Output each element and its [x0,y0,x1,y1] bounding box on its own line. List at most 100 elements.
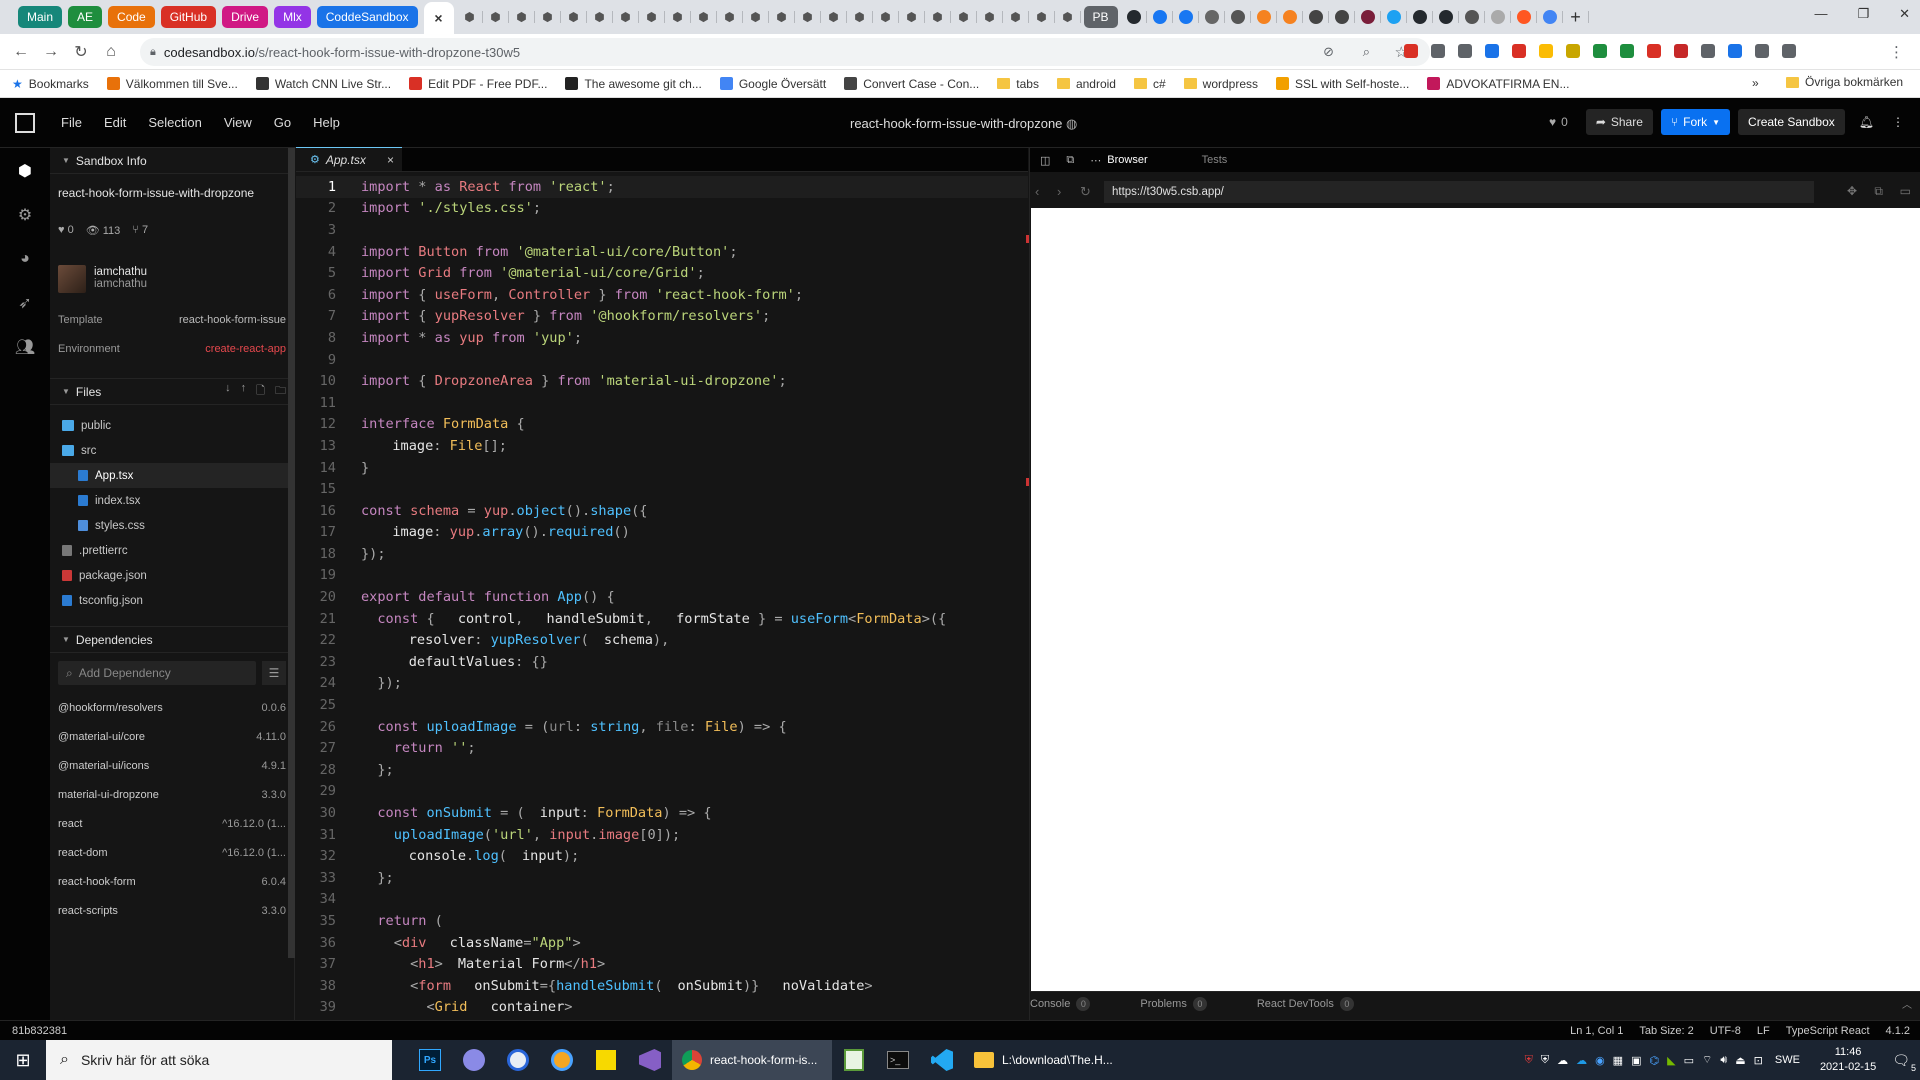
tab-group-coddesandbox[interactable]: CoddeSandbox [316,6,418,28]
start-button[interactable]: ⊞ [0,1040,46,1080]
bookmark-3[interactable]: Edit PDF - Free PDF... [409,77,547,91]
dependency-row[interactable]: react-dom ^16.12.0 (1... [50,838,294,867]
menu-edit[interactable]: Edit [93,115,137,130]
pinned-tab-0[interactable]: ⬢ [460,6,483,28]
active-tab-close-button[interactable]: × [423,2,454,34]
dependency-list-button[interactable]: ☰ [262,661,286,685]
taskbar-terminal[interactable]: >_ [876,1040,920,1080]
forward-icon[interactable]: › [1057,184,1061,199]
file-tree-item[interactable]: public [50,413,294,438]
taskbar-visual-studio[interactable] [628,1040,672,1080]
taskbar-search[interactable]: ⌕ Skriv här för att söka [46,1040,392,1080]
minimize-icon[interactable]: — [1814,6,1827,22]
extension-9[interactable] [1643,40,1665,62]
pinned-tab-right-7[interactable] [1306,6,1329,28]
open-new-window-icon[interactable]: ⧉ [1874,184,1883,199]
menu-help[interactable]: Help [302,115,351,130]
file-tree-item[interactable]: package.json [50,563,294,588]
bluetooth-icon[interactable]: ⌬ [1649,1054,1659,1067]
bookmark-2[interactable]: Watch CNN Live Str... [255,77,391,91]
preview-iframe[interactable] [1031,208,1920,991]
pinned-tab-20[interactable]: ⬢ [980,6,1003,28]
menu-view[interactable]: View [213,115,263,130]
block-icon[interactable]: ⊘ [1323,44,1334,60]
ts-version[interactable]: 4.1.2 [1886,1025,1910,1037]
pinned-tab-12[interactable]: ⬢ [772,6,795,28]
bookmarks-more[interactable]: » [1752,76,1759,90]
chevron-up-icon[interactable]: ︿ [1902,996,1912,1011]
taskbar-vscode[interactable] [920,1040,964,1080]
tab-group-pb[interactable]: PB [1083,6,1118,28]
dependency-row[interactable]: react-scripts 3.3.0 [50,896,294,925]
extension-10[interactable] [1670,40,1692,62]
new-file-icon[interactable]: 🗋︎ [256,382,265,401]
dependency-row[interactable]: react ^16.12.0 (1... [50,809,294,838]
bookmark-7[interactable]: tabs [997,77,1039,91]
create-sandbox-button[interactable]: Create Sandbox [1738,109,1845,135]
move-icon[interactable]: ✥ [1847,184,1857,198]
extension-3[interactable] [1481,40,1503,62]
devtools-icon[interactable]: ▭ [1900,184,1911,198]
file-tree-item[interactable]: .prettierrc [50,538,294,563]
taskbar-chrome-window[interactable]: react-hook-form-is... [672,1040,832,1080]
add-dependency-input[interactable]: ⌕ Add Dependency [58,661,256,685]
pinned-tab-6[interactable]: ⬢ [616,6,639,28]
devtools-tab-problems[interactable]: Problems 0 [1140,997,1207,1011]
close-icon[interactable]: × [387,153,394,167]
pinned-tab-8[interactable]: ⬢ [668,6,691,28]
pinned-tab-right-6[interactable] [1280,6,1303,28]
activity-live[interactable]: 👥︎ [14,336,36,358]
chrome-menu-icon[interactable]: ⋮ [1889,43,1904,61]
pinned-tab-16[interactable]: ⬢ [876,6,899,28]
cloud-icon[interactable]: ☁ [1557,1054,1568,1067]
language-indicator[interactable]: SWE [1771,1054,1804,1066]
security-icon[interactable]: ⛨ [1541,1054,1549,1067]
pinned-tab-3[interactable]: ⬢ [538,6,561,28]
pinned-tab-4[interactable]: ⬢ [564,6,587,28]
pinned-tab-right-2[interactable] [1176,6,1199,28]
reload-button[interactable]: ↻ [66,38,96,66]
pinned-tab-13[interactable]: ⬢ [798,6,821,28]
bookmark-1[interactable]: Välkommen till Sve... [106,77,238,91]
menu-file[interactable]: File [50,115,93,130]
file-tree-item[interactable]: src [50,438,294,463]
pinned-tab-right-14[interactable] [1488,6,1511,28]
file-tree-item[interactable]: App.tsx [50,463,294,488]
dependency-row[interactable]: react-hook-form 6.0.4 [50,867,294,896]
home-button[interactable]: ⌂ [96,38,126,66]
extension-0[interactable] [1400,40,1422,62]
sandbox-title[interactable]: react-hook-form-issue-with-dropzone ◍ [850,116,1077,132]
dependency-row[interactable]: @material-ui/core 4.11.0 [50,722,294,751]
menu-go[interactable]: Go [263,115,302,130]
taskbar-photoshop[interactable]: Ps [408,1040,452,1080]
tab-size[interactable]: Tab Size: 2 [1639,1025,1693,1037]
onedrive-icon[interactable]: ☁ [1576,1054,1587,1067]
bookmark-12[interactable]: ADVOKATFIRMA EN... [1427,77,1569,91]
activity-github[interactable]: ◕ [14,248,36,270]
share-button[interactable]: ➦ Share [1585,109,1653,135]
close-icon[interactable]: × [434,10,442,26]
author[interactable]: iamchathu iamchathu [50,237,294,293]
usb-icon[interactable]: ⏏ [1735,1054,1745,1067]
pinned-tab-5[interactable]: ⬢ [590,6,613,28]
sandbox-info-header[interactable]: ▼ Sandbox Info [50,148,294,174]
pinned-tab-2[interactable]: ⬢ [512,6,535,28]
dependencies-header[interactable]: ▼ Dependencies [50,627,294,653]
pinned-tab-right-0[interactable] [1124,6,1147,28]
devtools-tab-react-devtools[interactable]: React DevTools 0 [1257,997,1354,1011]
pinned-tab-22[interactable]: ⬢ [1032,6,1055,28]
taskbar-app-7[interactable] [832,1040,876,1080]
chat-icon[interactable]: ◉ [1595,1054,1605,1067]
bookmark-5[interactable]: Google Översätt [719,77,826,91]
extension-14[interactable] [1778,40,1800,62]
extension-2[interactable] [1454,40,1476,62]
layout-icon[interactable]: ◫ [1040,154,1050,167]
reload-icon[interactable]: ↻ [1080,184,1091,200]
tab-group-mlx[interactable]: Mlx [274,6,311,28]
like-button[interactable]: ♥ 0 [1539,109,1578,135]
pinned-tab-19[interactable]: ⬢ [954,6,977,28]
bookmark-0[interactable]: ★ Bookmarks [12,77,89,91]
bookmark-9[interactable]: c# [1133,77,1166,91]
pinned-tab-9[interactable]: ⬢ [694,6,717,28]
pinned-tab-right-12[interactable] [1436,6,1459,28]
